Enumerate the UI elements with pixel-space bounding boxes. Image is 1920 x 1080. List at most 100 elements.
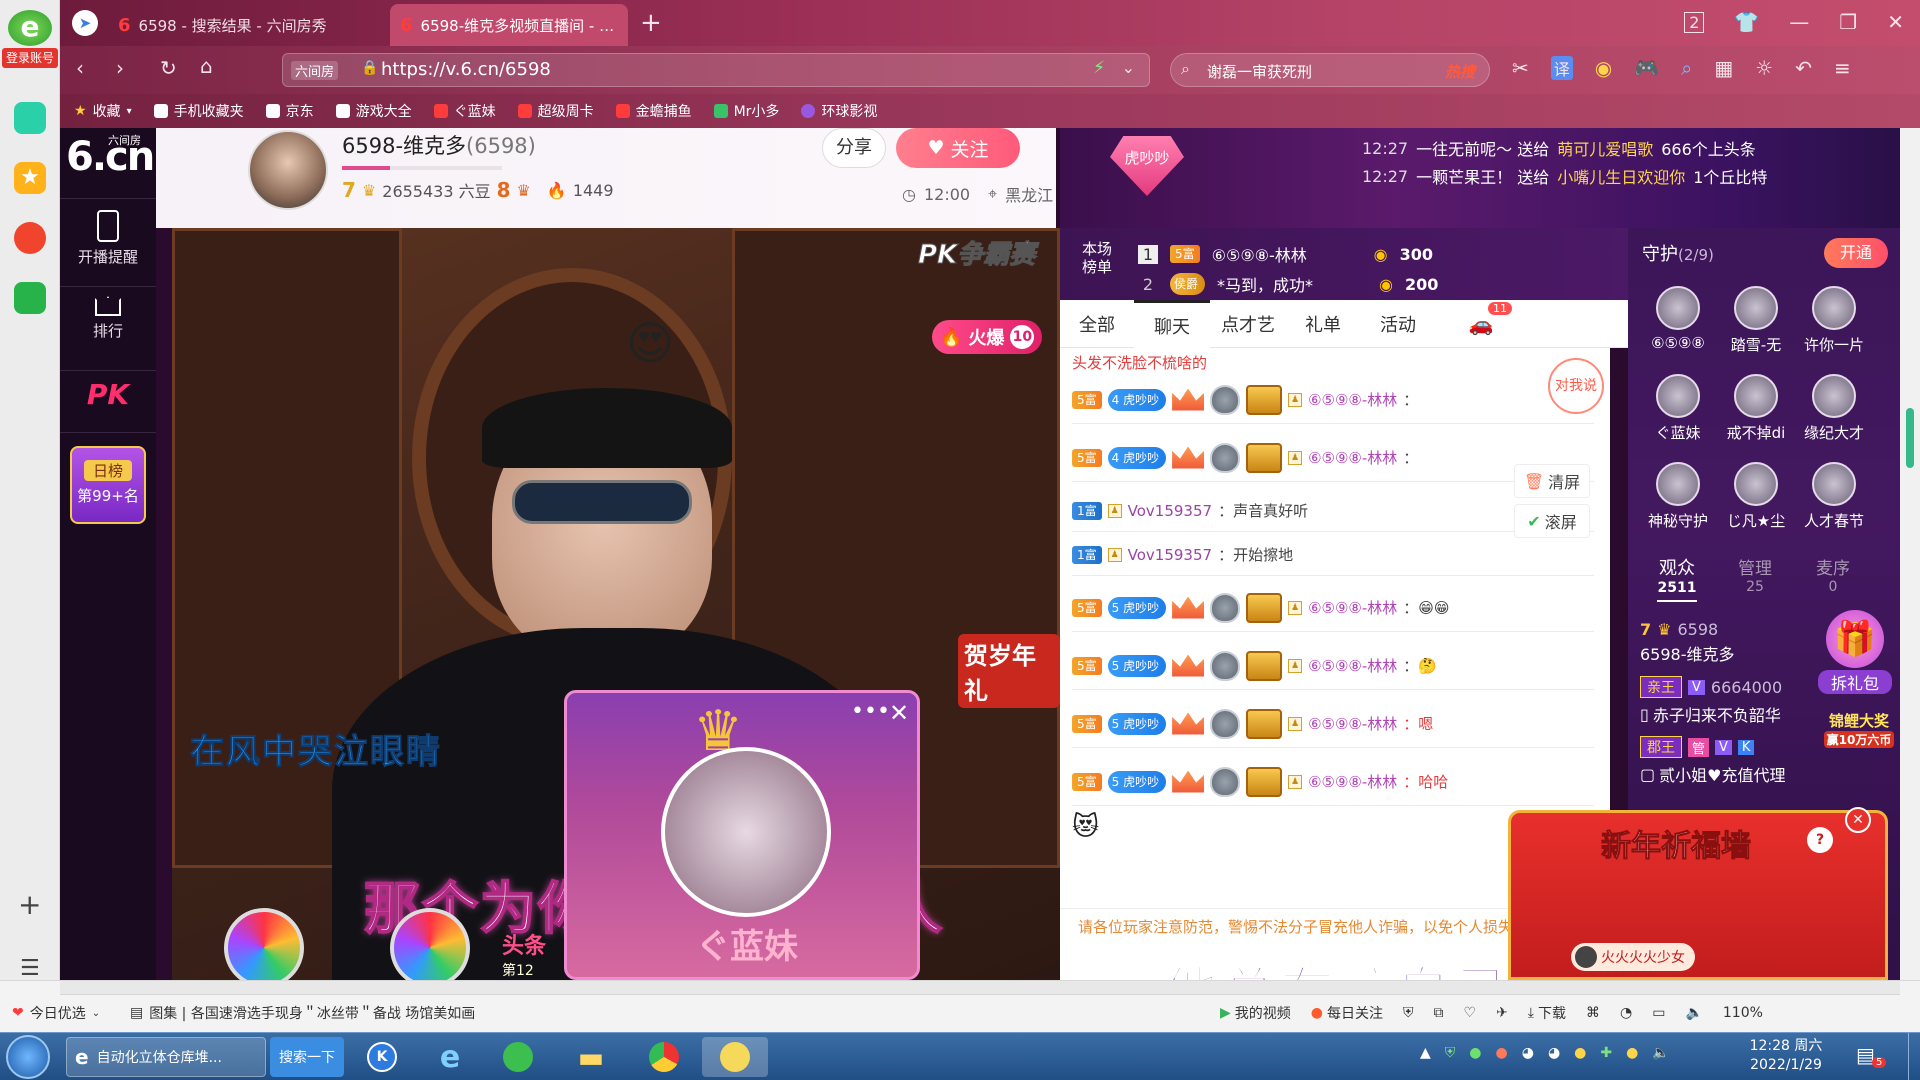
viewer-row[interactable]: 郡王管 V K ▢ 贰小姐♥充值代理 xyxy=(1640,736,1785,786)
help-icon[interactable]: ? xyxy=(1807,827,1833,853)
coin-icon[interactable]: ◉ xyxy=(1595,56,1612,80)
say-to-me-button[interactable]: 对我说 xyxy=(1548,358,1604,414)
tray-app-icon[interactable]: ● xyxy=(1496,1045,1508,1061)
guard-name[interactable]: ぐ蓝妹 xyxy=(1638,422,1718,443)
brightness-icon[interactable]: ☼ xyxy=(1755,56,1773,80)
speaker-icon[interactable]: 🔈 xyxy=(1685,1005,1702,1021)
tab-search-results[interactable]: 6 6598 - 搜索结果 - 六间房秀 xyxy=(108,4,386,46)
open-guard-button[interactable]: 开通 xyxy=(1824,238,1888,268)
tiger-badge[interactable]: 虎吵吵 xyxy=(1110,136,1184,196)
more-icon[interactable]: ••• xyxy=(851,699,890,724)
weibo-icon[interactable] xyxy=(14,222,46,254)
tray-speaker-icon[interactable]: 🔈 xyxy=(1652,1045,1669,1061)
scroll-screen-button[interactable]: ✔ 滚屏 xyxy=(1514,504,1590,538)
shirt-skin-icon[interactable]: 👕 xyxy=(1734,10,1759,34)
taskbar-app-icon[interactable] xyxy=(702,1037,768,1077)
shield-icon[interactable]: ⛨ xyxy=(1403,1005,1414,1021)
navigation-icon[interactable]: ➤ xyxy=(72,10,98,36)
taskbar-k-icon[interactable]: K xyxy=(352,1037,412,1077)
start-button[interactable] xyxy=(6,1035,50,1079)
newyear-gift-badge[interactable]: 贺岁年礼 xyxy=(958,634,1060,708)
h-scrollbar[interactable] xyxy=(60,981,1900,995)
nav-ranking[interactable]: 排行 xyxy=(60,296,156,341)
undo-icon[interactable]: ↶ xyxy=(1795,56,1812,80)
bookmark-item[interactable]: 金蟾捕鱼 xyxy=(615,101,692,121)
audience-tab[interactable]: 观众 2511 xyxy=(1642,554,1712,602)
guard-name[interactable]: 踏雪-无 xyxy=(1716,334,1796,355)
nav-pk[interactable]: PK xyxy=(60,378,156,424)
close-icon[interactable]: ✕ xyxy=(1887,10,1904,34)
login-account-button[interactable]: 登录账号 xyxy=(2,48,58,68)
guard-avatar[interactable] xyxy=(1812,462,1856,506)
daily-rank-badge[interactable]: 日榜 第99+名 xyxy=(70,446,146,524)
guard-name[interactable]: じ凡★尘 xyxy=(1716,510,1796,531)
tab-gift-list[interactable]: 礼单 xyxy=(1286,300,1360,348)
fire-badge[interactable]: 🔥 火爆 10 xyxy=(932,320,1043,354)
download-link[interactable]: ⤓ 下载 xyxy=(1528,1003,1566,1023)
forward-icon[interactable]: › xyxy=(116,56,124,80)
guard-avatar[interactable] xyxy=(1656,286,1700,330)
chat-message[interactable]: 5富 5 虎吵吵 ♟ ⑥⑤⑨⑧-林林 ：🤔 xyxy=(1072,642,1594,690)
rank-row[interactable]: 1 5富 ⑥⑤⑨⑧-林林 ◉ 300 xyxy=(1138,242,1433,266)
translate-icon[interactable]: 译 xyxy=(1550,56,1573,80)
viewer-row[interactable]: 7 ♛ 6598 6598-维克多 xyxy=(1640,620,1735,665)
tab-all[interactable]: 全部 xyxy=(1060,300,1134,348)
koi-prize-banner[interactable]: 锦鲤大奖 赢10万六币 xyxy=(1824,710,1894,748)
bookmark-item[interactable]: 超级周卡 xyxy=(517,101,594,121)
tray-app-icon[interactable]: ● xyxy=(1574,1045,1586,1061)
close-icon[interactable]: ✕ xyxy=(1845,807,1871,833)
hot-search-label[interactable]: 热搜 xyxy=(1445,61,1475,82)
guard-avatar[interactable] xyxy=(1812,286,1856,330)
guard-name[interactable]: 缘纪大才 xyxy=(1794,422,1874,443)
share-button[interactable]: 分享 xyxy=(822,128,886,168)
bookmark-item[interactable]: Mr小多 xyxy=(713,101,779,121)
speed-icon[interactable]: ◔ xyxy=(1620,1005,1632,1021)
tray-qq-icon[interactable]: ◕ xyxy=(1548,1045,1560,1061)
site-logo[interactable]: 6.cn 六间房 xyxy=(64,132,155,180)
taskbar-ie-icon[interactable]: e xyxy=(420,1037,480,1077)
nav-go-live-reminder[interactable]: 开播提醒 xyxy=(60,210,156,267)
url-input[interactable]: 六间房 🔒 https://v.6.cn/6598 ⚡ ⌄ xyxy=(282,53,1150,87)
favorites-star-icon[interactable]: ★ xyxy=(14,162,46,194)
restore-icon[interactable]: ❐ xyxy=(1839,10,1857,34)
guard-avatar[interactable] xyxy=(1734,374,1778,418)
gift-pack-button[interactable]: 🎁 拆礼包 xyxy=(1818,610,1892,696)
guard-name[interactable]: ⑥⑤⑨⑧ xyxy=(1638,334,1718,352)
bookmark-item[interactable]: ぐ蓝妹 xyxy=(433,101,496,121)
tray-qq-icon[interactable]: ◕ xyxy=(1522,1045,1534,1061)
chat-message[interactable]: 5富 5 虎吵吵 ♟ ⑥⑤⑨⑧-林林 ：哈哈 xyxy=(1072,758,1594,806)
tab-live-room[interactable]: 6 6598-维克多视频直播间 - 在线 xyxy=(390,4,628,46)
newyear-wall[interactable]: 新年祈福墙 ? ✕ 火火火火少女 xyxy=(1508,807,1888,980)
lightning-icon[interactable]: ⚡ xyxy=(1093,58,1105,78)
chevron-down-icon[interactable]: ⌄ xyxy=(1122,58,1135,77)
bookmark-item[interactable]: 手机收藏夹 xyxy=(153,101,244,121)
bookmark-item[interactable]: 京东 xyxy=(265,101,314,121)
add-app-icon[interactable]: + xyxy=(18,888,41,921)
close-icon[interactable]: ✕ xyxy=(889,699,909,727)
banner-message[interactable]: 12:27 一往无前呢～ 送给 萌可儿爱唱歌 666个上头条 xyxy=(1362,136,1756,160)
my-video-link[interactable]: ▶ 我的视频 xyxy=(1220,1003,1291,1023)
follow-button[interactable]: ♥ 关注 xyxy=(896,128,1020,168)
tab-talent[interactable]: 点才艺 xyxy=(1210,300,1286,348)
taskbar-browser-icon[interactable] xyxy=(488,1037,548,1077)
taskbar-app-browser[interactable]: e 自动化立体仓库堆... xyxy=(66,1037,266,1077)
rocket-icon[interactable]: ✈ xyxy=(1496,1005,1508,1021)
news-ticker[interactable]: ▤ 图集 | 各国速滑选手现身＂冰丝带＂备战 场馆美如画 xyxy=(130,1003,475,1023)
fire-user-tag[interactable]: 火火火火少女 xyxy=(1571,943,1695,971)
search-input[interactable]: ⌕ 谢磊一审获死刑 热搜 xyxy=(1170,53,1490,87)
notification-icon[interactable]: ▤ 5 xyxy=(1856,1043,1887,1068)
headline-badge[interactable]: 头条 第12 xyxy=(502,928,546,980)
rank-row[interactable]: 2 侯爵 *马到，成功* ◉ 200 xyxy=(1138,272,1438,296)
home-icon[interactable]: ⌂ xyxy=(200,54,213,78)
clock[interactable]: 12:28 周六 2022/1/29 xyxy=(1736,1037,1836,1075)
menu-list-icon[interactable]: ☰ xyxy=(20,956,40,981)
clip-icon[interactable]: ⌘ xyxy=(1586,1005,1600,1021)
tray-app-icon[interactable]: ● xyxy=(1469,1045,1481,1061)
tab-activity[interactable]: 活动 xyxy=(1360,300,1436,348)
chat-message[interactable]: 5富 4 虎吵吵 ♟ ⑥⑤⑨⑧-林林 ： xyxy=(1072,376,1594,424)
video-player[interactable]: PK争霸赛 🔥 火爆 10 😍 贺岁年礼 在风中哭泣眼睛 那个为你可以付出的人 … xyxy=(172,228,1060,980)
guard-avatar[interactable] xyxy=(1656,462,1700,506)
chat-message[interactable]: 1富 ♟ Vov159357 ：开始擦地 xyxy=(1072,534,1594,576)
reload-icon[interactable]: ↻ xyxy=(160,56,177,80)
show-desktop-button[interactable] xyxy=(1908,1033,1920,1080)
